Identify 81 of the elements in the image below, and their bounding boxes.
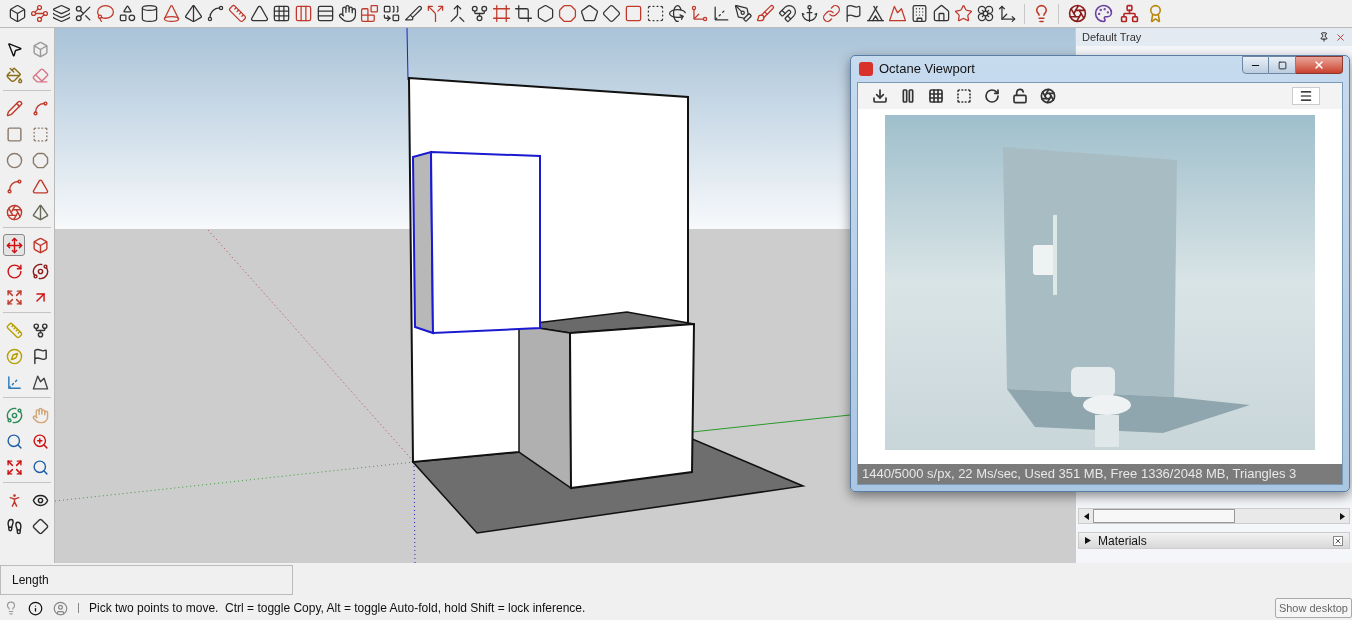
aperture-icon[interactable] [1040,88,1056,104]
pause-icon[interactable] [900,88,916,104]
slice-icon[interactable] [404,4,423,23]
split-icon[interactable] [426,4,445,23]
menu-button[interactable] [1292,87,1320,105]
z-axis-line [406,28,409,81]
crop-icon[interactable] [514,4,533,23]
cylinder-icon[interactable] [140,4,159,23]
fork-icon[interactable] [470,4,489,23]
pyramid-icon[interactable] [184,4,203,23]
close-icon [1313,59,1325,71]
octagon-icon[interactable] [558,4,577,23]
grid-icon[interactable] [272,4,291,23]
hand-icon[interactable] [338,4,357,23]
spline-icon[interactable] [206,4,225,23]
close-button[interactable] [1296,56,1343,74]
pin-icon[interactable] [1319,32,1329,42]
scissors-icon[interactable] [74,4,93,23]
move-icon[interactable] [3,234,25,256]
brush-icon[interactable] [756,4,775,23]
menu-icon [1299,89,1313,103]
close-icon[interactable] [1335,31,1346,43]
house-icon[interactable] [932,4,951,23]
measurements-box[interactable]: Length [0,564,293,595]
columns-icon[interactable] [294,4,313,23]
cone-icon[interactable] [162,4,181,23]
merge-icon[interactable] [448,4,467,23]
collapsed-triangle-icon [1085,537,1092,544]
horizontal-scrollbar[interactable] [1078,508,1350,524]
flag-icon[interactable] [844,4,863,23]
render-stats: 1440/5000 s/px, 22 Ms/sec, Used 351 MB, Free 1336/2048 MB, Triangles 3 [862,465,1297,484]
app-logo-icon [859,62,873,76]
frame-icon[interactable] [492,4,511,23]
building-icon[interactable] [910,4,929,23]
pentagon-icon[interactable] [580,4,599,23]
anchor-icon[interactable] [800,4,819,23]
close-icon[interactable] [1333,535,1343,546]
minimize-button[interactable] [1242,56,1269,74]
rows-icon[interactable] [316,4,335,23]
square-icon[interactable] [624,4,643,23]
maximize-button[interactable] [1269,56,1296,74]
ruler-icon[interactable] [228,4,247,23]
shapes-icon[interactable] [118,4,137,23]
move-3d-icon[interactable] [998,4,1017,23]
status-hint: Pick two points to move. Ctrl = toggle Copy, Alt = toggle Auto-fold, hold Shift = lock inference. [89,600,586,617]
unlocked-icon[interactable] [1012,88,1028,104]
download-icon[interactable] [872,88,888,104]
info-icon[interactable] [28,600,43,616]
network-icon[interactable] [1120,4,1139,23]
hexagon-icon[interactable] [536,4,555,23]
dashed-square-icon[interactable] [646,4,665,23]
triangle-icon[interactable] [250,4,269,23]
tray-section-header[interactable]: Materials [1078,532,1350,549]
diamond-icon[interactable] [602,4,621,23]
window-title: Octane Viewport [879,60,975,79]
maximize-icon [1277,60,1287,70]
refresh-icon[interactable] [984,88,1000,104]
palette-icon[interactable] [1094,4,1113,23]
flower-icon[interactable] [976,4,995,23]
cube-icon[interactable] [8,4,27,23]
measurements-label: Length [12,571,49,589]
mountain-icon[interactable] [888,4,907,23]
blocks-icon[interactable] [360,4,379,23]
scrollbar-thumb[interactable] [1093,509,1235,523]
magnet-icon[interactable] [778,4,797,23]
region-select-icon[interactable] [956,88,972,104]
layers-icon[interactable] [52,4,71,23]
tent-icon[interactable] [866,4,885,23]
show-desktop-button[interactable]: Show desktop [1274,598,1352,618]
lasso-icon[interactable] [96,4,115,23]
tray-title: Default Tray [1082,29,1142,45]
star-icon[interactable] [954,4,973,23]
rotate-3d-icon[interactable] [668,4,687,23]
user-icon[interactable] [53,600,68,616]
link-icon[interactable] [822,4,841,23]
checker-icon[interactable] [928,88,944,104]
scale-3d-icon[interactable] [690,4,709,23]
axis-icon[interactable] [712,4,731,23]
aperture-icon[interactable] [1068,4,1087,23]
pen-icon[interactable] [734,4,753,23]
waypoints-icon[interactable] [30,4,49,23]
